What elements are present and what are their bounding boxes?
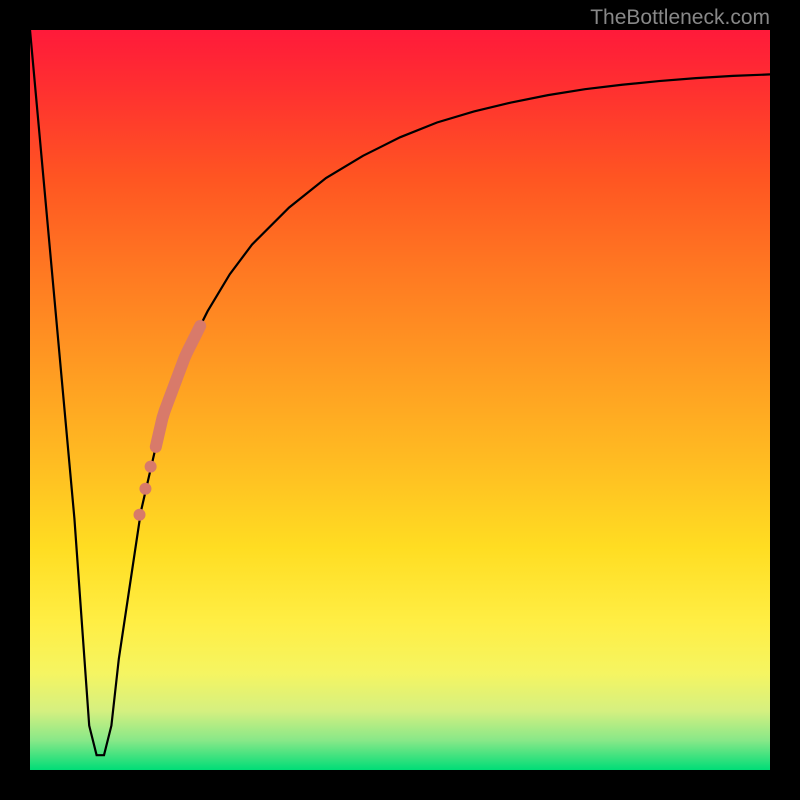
highlight-dot xyxy=(139,483,151,495)
watermark-text: TheBottleneck.com xyxy=(590,6,770,30)
highlight-dots xyxy=(134,461,157,521)
bottleneck-curve xyxy=(30,30,770,755)
chart-container: TheBottleneck.com xyxy=(0,0,800,800)
chart-svg xyxy=(30,30,770,770)
highlight-dot xyxy=(134,509,146,521)
highlight-band xyxy=(156,326,200,447)
highlight-dot xyxy=(145,461,157,473)
